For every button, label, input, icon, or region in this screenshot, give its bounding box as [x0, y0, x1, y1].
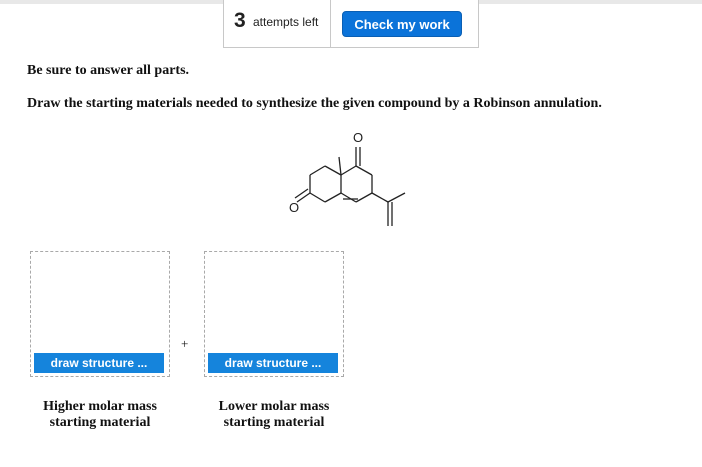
right-caption-line2: starting material: [223, 415, 325, 430]
attempts-count: 3: [234, 9, 246, 32]
check-my-work-button[interactable]: Check my work: [342, 11, 462, 37]
attempts-panel: 3 attempts left Check my work: [223, 0, 479, 48]
target-molecule-structure: O O: [289, 130, 406, 226]
molecule-bonds: [294, 147, 406, 226]
right-caption: Lower molar mass starting material: [204, 399, 344, 431]
right-caption-line1: Lower molar mass: [218, 399, 330, 414]
right-structure-box[interactable]: draw structure ...: [204, 251, 344, 377]
left-caption-line2: starting material: [49, 415, 151, 430]
draw-structure-button-right[interactable]: draw structure ...: [208, 353, 338, 373]
left-caption: Higher molar mass starting material: [30, 399, 170, 431]
attempts-label: attempts left: [253, 15, 319, 29]
oxygen-atom-left: O: [289, 200, 299, 215]
plus-sign: +: [181, 336, 189, 351]
left-structure-box[interactable]: draw structure ...: [30, 251, 170, 377]
instruction-answer-all: Be sure to answer all parts.: [27, 63, 190, 78]
draw-structure-button-left[interactable]: draw structure ...: [34, 353, 164, 373]
divider: [330, 0, 331, 47]
oxygen-atom-top: O: [353, 130, 363, 145]
instruction-question: Draw the starting materials needed to sy…: [27, 96, 602, 111]
left-caption-line1: Higher molar mass: [43, 399, 157, 414]
